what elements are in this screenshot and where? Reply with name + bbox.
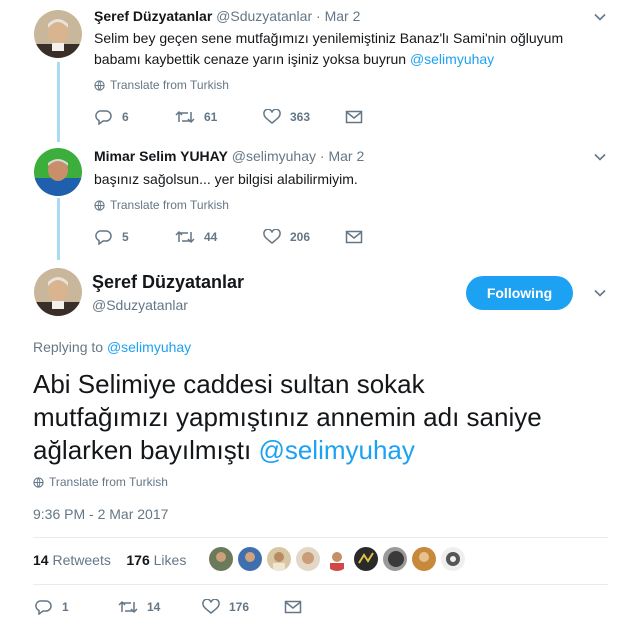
liker-avatar[interactable] bbox=[354, 547, 378, 571]
direct-message-button[interactable] bbox=[345, 230, 363, 244]
thread-line-bottom bbox=[57, 198, 60, 260]
mention-link[interactable]: @selimyuhay bbox=[107, 339, 191, 355]
tweet-text: Abi Selimiye caddesi sultan sokak mutfağ… bbox=[33, 368, 613, 467]
separator: · bbox=[319, 148, 325, 164]
retweets-label: Retweets bbox=[52, 552, 111, 568]
tweet-text: Selim bey geçen sene mutfağımızı yenilem… bbox=[94, 28, 594, 70]
reply-count: 5 bbox=[122, 230, 129, 244]
reply-button[interactable]: 1 bbox=[35, 599, 118, 615]
tweet-date[interactable]: Mar 2 bbox=[328, 148, 364, 164]
translate-label: Translate from Turkish bbox=[110, 198, 229, 212]
retweet-icon bbox=[118, 600, 138, 614]
liker-avatar[interactable] bbox=[209, 547, 233, 571]
like-button[interactable]: 176 bbox=[202, 599, 284, 615]
retweet-count: 14 bbox=[147, 600, 161, 614]
divider bbox=[33, 584, 608, 585]
likes-stat[interactable]: 176 Likes bbox=[126, 552, 186, 568]
like-count: 206 bbox=[290, 230, 311, 244]
liker-avatar[interactable] bbox=[325, 547, 349, 571]
mention-link[interactable]: @selimyuhay bbox=[258, 435, 414, 465]
retweet-count: 61 bbox=[204, 110, 218, 124]
user-handle[interactable]: @Sduzyatanlar bbox=[92, 297, 188, 313]
reply-button[interactable]: 5 bbox=[95, 229, 175, 245]
display-name[interactable]: Şeref Düzyatanlar bbox=[92, 272, 244, 293]
translate-link[interactable]: Translate from Turkish bbox=[94, 198, 229, 212]
retweet-button[interactable]: 61 bbox=[175, 109, 263, 125]
envelope-icon bbox=[345, 110, 363, 124]
avatar[interactable] bbox=[34, 148, 82, 196]
tweet-header: Şeref Düzyatanlar @Sduzyatanlar · Mar 2 bbox=[94, 8, 360, 24]
tweet-date[interactable]: Mar 2 bbox=[325, 8, 361, 24]
replying-to: Replying to @selimyuhay bbox=[33, 339, 191, 355]
reply-count: 1 bbox=[62, 600, 69, 614]
tweet-text-body: ağlarken bayılmıştı bbox=[33, 435, 259, 465]
user-handle[interactable]: @Sduzyatanlar bbox=[216, 8, 312, 24]
liker-avatar[interactable] bbox=[296, 547, 320, 571]
translate-label: Translate from Turkish bbox=[110, 78, 229, 92]
liker-avatars bbox=[209, 547, 465, 571]
retweet-count: 44 bbox=[204, 230, 218, 244]
following-button[interactable]: Following bbox=[466, 276, 573, 310]
retweet-button[interactable]: 44 bbox=[175, 229, 263, 245]
tweet-timestamp[interactable]: 9:36 PM - 2 Mar 2017 bbox=[33, 506, 168, 522]
reply-button[interactable]: 6 bbox=[95, 109, 175, 125]
direct-message-button[interactable] bbox=[284, 600, 302, 614]
reply-count: 6 bbox=[122, 110, 129, 124]
tweet-actions: 5 44 206 bbox=[95, 229, 363, 245]
thread-line-top bbox=[57, 62, 60, 142]
likes-label: Likes bbox=[153, 552, 187, 568]
likes-total: 176 bbox=[126, 552, 150, 568]
chevron-down-icon[interactable] bbox=[593, 286, 607, 300]
retweet-button[interactable]: 14 bbox=[118, 599, 202, 615]
chevron-down-icon[interactable] bbox=[593, 150, 607, 164]
display-name[interactable]: Şeref Düzyatanlar bbox=[94, 8, 212, 24]
heart-icon bbox=[263, 229, 281, 244]
retweets-stat[interactable]: 14 Retweets bbox=[33, 552, 111, 568]
globe-icon bbox=[94, 79, 105, 91]
envelope-icon bbox=[284, 600, 302, 614]
retweets-total: 14 bbox=[33, 552, 49, 568]
tweet-header: Mimar Selim YUHAY @selimyuhay · Mar 2 bbox=[94, 148, 364, 164]
like-button[interactable]: 363 bbox=[263, 109, 345, 125]
divider bbox=[33, 537, 608, 538]
tweet-text-line: mutfağımızı yapmıştınız annemin adı sani… bbox=[33, 402, 542, 432]
like-count: 363 bbox=[290, 110, 311, 124]
chevron-down-icon[interactable] bbox=[593, 10, 607, 24]
liker-avatar[interactable] bbox=[412, 547, 436, 571]
tweet-stats: 14 Retweets 176 Likes bbox=[33, 552, 186, 568]
reply-icon bbox=[95, 230, 112, 245]
tweet-text: başınız sağolsun... yer bilgisi alabilir… bbox=[94, 171, 358, 187]
globe-icon bbox=[94, 199, 105, 211]
tweet-actions: 6 61 363 bbox=[95, 109, 363, 125]
heart-icon bbox=[202, 599, 220, 614]
tweet-text-line: ağlarken bayılmıştı @selimyuhay bbox=[33, 434, 613, 467]
avatar[interactable] bbox=[34, 268, 82, 316]
like-count: 176 bbox=[229, 600, 250, 614]
reply-icon bbox=[95, 110, 112, 125]
envelope-icon bbox=[345, 230, 363, 244]
mention-link[interactable]: @selimyuhay bbox=[410, 51, 494, 67]
tweet-text-line: Abi Selimiye caddesi sultan sokak bbox=[33, 369, 425, 399]
tweet-actions: 1 14 176 bbox=[35, 599, 302, 615]
translate-link[interactable]: Translate from Turkish bbox=[94, 78, 229, 92]
liker-avatar[interactable] bbox=[238, 547, 262, 571]
heart-icon bbox=[263, 109, 281, 124]
liker-avatar[interactable] bbox=[383, 547, 407, 571]
direct-message-button[interactable] bbox=[345, 110, 363, 124]
liker-avatar[interactable] bbox=[267, 547, 291, 571]
translate-link[interactable]: Translate from Turkish bbox=[33, 475, 168, 489]
separator: · bbox=[316, 8, 321, 24]
replying-prefix: Replying to bbox=[33, 339, 107, 355]
display-name[interactable]: Mimar Selim YUHAY bbox=[94, 148, 228, 164]
liker-avatar[interactable] bbox=[441, 547, 465, 571]
avatar[interactable] bbox=[34, 10, 82, 58]
retweet-icon bbox=[175, 110, 195, 124]
like-button[interactable]: 206 bbox=[263, 229, 345, 245]
retweet-icon bbox=[175, 230, 195, 244]
user-handle[interactable]: @selimyuhay bbox=[232, 148, 316, 164]
translate-label: Translate from Turkish bbox=[49, 475, 168, 489]
reply-icon bbox=[35, 600, 52, 615]
globe-icon bbox=[33, 476, 44, 488]
